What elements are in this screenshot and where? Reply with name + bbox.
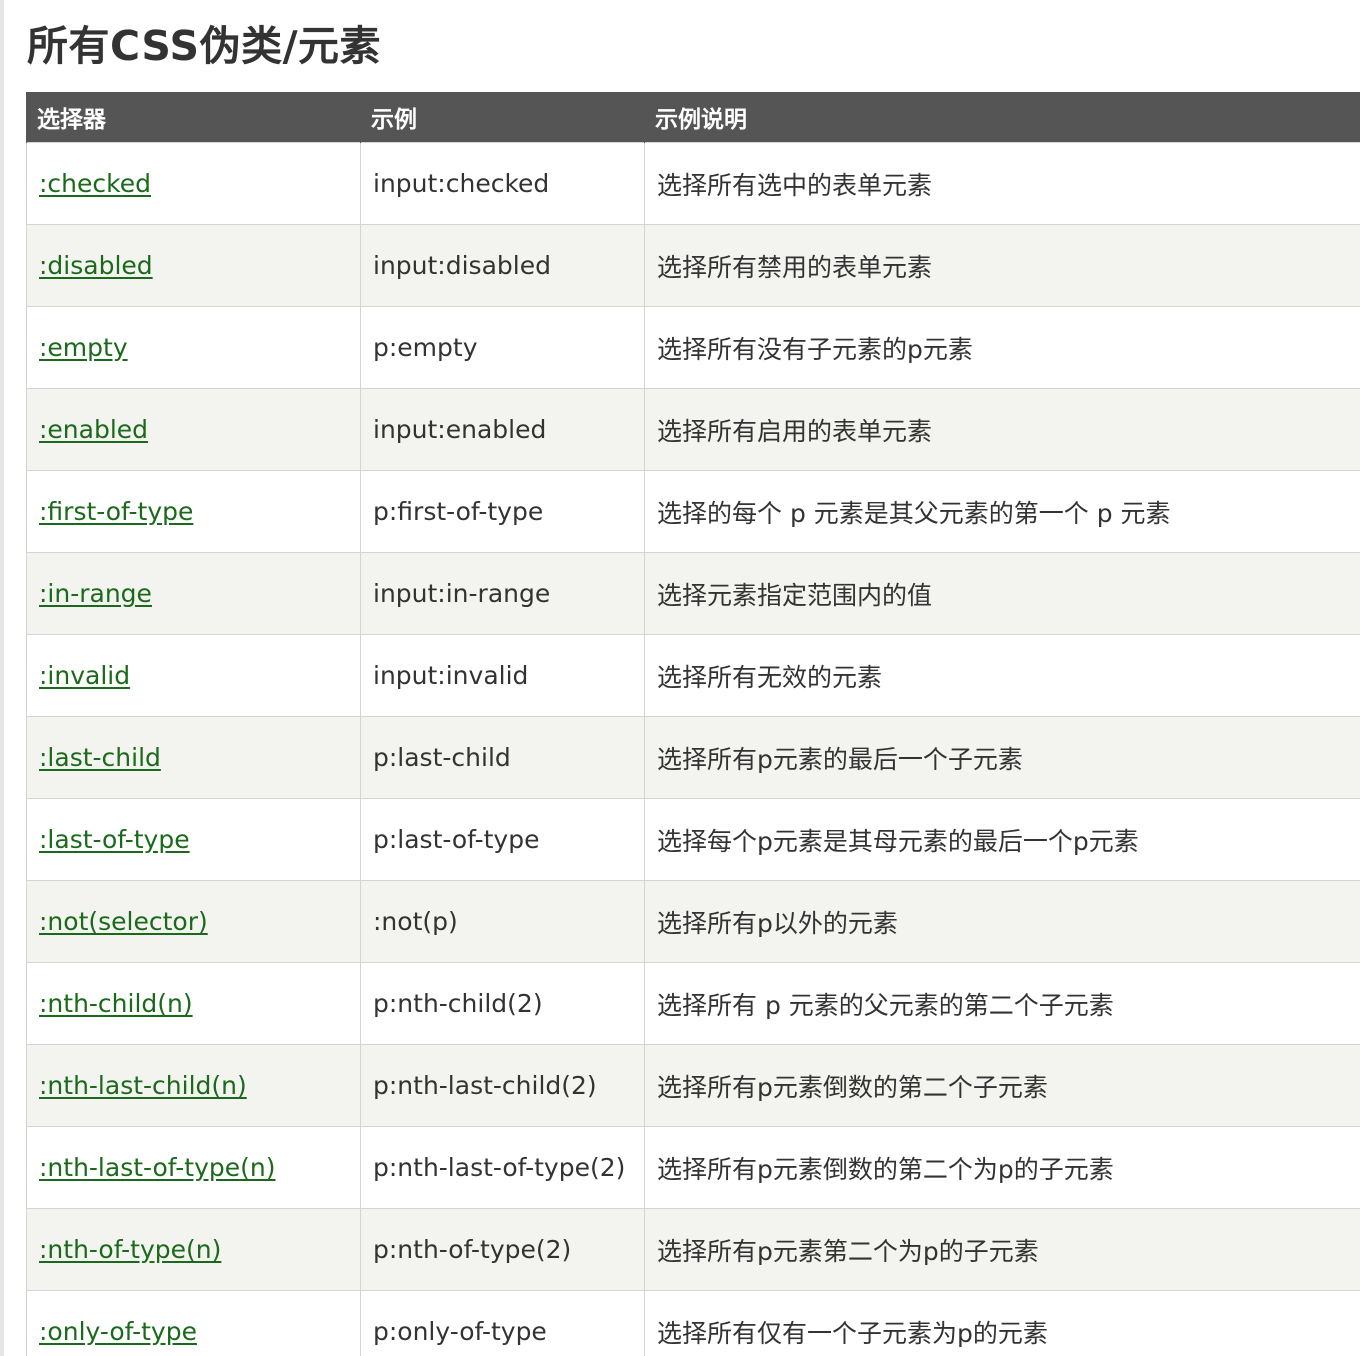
description-cell: 选择所有禁用的表单元素 bbox=[644, 224, 1360, 307]
selector-cell: :last-of-type bbox=[26, 798, 361, 881]
description-cell: 选择所有p元素倒数的第二个为p的子元素 bbox=[644, 1126, 1360, 1209]
table-row: :empty p:empty 选择所有没有子元素的p元素 bbox=[26, 306, 1360, 389]
example-cell: input:enabled bbox=[360, 388, 645, 471]
selector-link[interactable]: :invalid bbox=[39, 661, 130, 690]
selector-cell: :nth-child(n) bbox=[26, 962, 361, 1045]
selector-link[interactable]: :in-range bbox=[39, 579, 152, 608]
example-cell: input:disabled bbox=[360, 224, 645, 307]
selector-cell: :disabled bbox=[26, 224, 361, 307]
table-header-row: 选择器 示例 示例说明 bbox=[26, 92, 1360, 143]
example-cell: input:checked bbox=[360, 142, 645, 225]
selector-cell: :checked bbox=[26, 142, 361, 225]
example-cell: p:nth-last-of-type(2) bbox=[360, 1126, 645, 1209]
description-cell: 选择的每个 p 元素是其父元素的第一个 p 元素 bbox=[644, 470, 1360, 553]
selector-link[interactable]: :only-of-type bbox=[39, 1317, 197, 1346]
selector-cell: :first-of-type bbox=[26, 470, 361, 553]
table-row: :invalid input:invalid 选择所有无效的元素 bbox=[26, 634, 1360, 717]
selector-cell: :enabled bbox=[26, 388, 361, 471]
description-cell: 选择所有仅有一个子元素为p的元素 bbox=[644, 1290, 1360, 1356]
selector-cell: :invalid bbox=[26, 634, 361, 717]
selector-link[interactable]: :disabled bbox=[39, 251, 153, 280]
table-row: :nth-last-of-type(n) p:nth-last-of-type(… bbox=[26, 1126, 1360, 1209]
table-header: 选择器 示例 示例说明 bbox=[26, 92, 1360, 143]
example-cell: input:invalid bbox=[360, 634, 645, 717]
page: 所有CSS伪类/元素 选择器 示例 示例说明 :checked input:ch… bbox=[0, 0, 1360, 1356]
selector-link[interactable]: :nth-last-of-type(n) bbox=[39, 1153, 275, 1182]
selector-cell: :only-of-type bbox=[26, 1290, 361, 1356]
selector-cell: :nth-last-of-type(n) bbox=[26, 1126, 361, 1209]
selector-link[interactable]: :empty bbox=[39, 333, 128, 362]
table-row: :first-of-type p:first-of-type 选择的每个 p 元… bbox=[26, 470, 1360, 553]
description-cell: 选择所有p元素倒数的第二个子元素 bbox=[644, 1044, 1360, 1127]
selector-link[interactable]: :nth-last-child(n) bbox=[39, 1071, 247, 1100]
pseudo-class-table: 选择器 示例 示例说明 :checked input:checked 选择所有选… bbox=[26, 92, 1360, 1356]
description-cell: 选择所有没有子元素的p元素 bbox=[644, 306, 1360, 389]
selector-link[interactable]: :last-of-type bbox=[39, 825, 190, 854]
example-cell: input:in-range bbox=[360, 552, 645, 635]
example-cell: p:nth-last-child(2) bbox=[360, 1044, 645, 1127]
selector-link[interactable]: :checked bbox=[39, 169, 151, 198]
description-cell: 选择所有p以外的元素 bbox=[644, 880, 1360, 963]
example-cell: p:nth-child(2) bbox=[360, 962, 645, 1045]
header-selector: 选择器 bbox=[26, 92, 361, 143]
example-cell: p:empty bbox=[360, 306, 645, 389]
description-cell: 选择所有选中的表单元素 bbox=[644, 142, 1360, 225]
header-example: 示例 bbox=[360, 92, 645, 143]
table-row: :last-child p:last-child 选择所有p元素的最后一个子元素 bbox=[26, 716, 1360, 799]
example-cell: p:nth-of-type(2) bbox=[360, 1208, 645, 1291]
description-cell: 选择所有p元素第二个为p的子元素 bbox=[644, 1208, 1360, 1291]
table-row: :not(selector) :not(p) 选择所有p以外的元素 bbox=[26, 880, 1360, 963]
description-cell: 选择所有 p 元素的父元素的第二个子元素 bbox=[644, 962, 1360, 1045]
selector-link[interactable]: :nth-of-type(n) bbox=[39, 1235, 221, 1264]
example-cell: p:first-of-type bbox=[360, 470, 645, 553]
selector-cell: :nth-last-child(n) bbox=[26, 1044, 361, 1127]
selector-cell: :not(selector) bbox=[26, 880, 361, 963]
description-cell: 选择所有启用的表单元素 bbox=[644, 388, 1360, 471]
table-body: :checked input:checked 选择所有选中的表单元素 :disa… bbox=[26, 142, 1360, 1356]
table-row: :enabled input:enabled 选择所有启用的表单元素 bbox=[26, 388, 1360, 471]
table-row: :disabled input:disabled 选择所有禁用的表单元素 bbox=[26, 224, 1360, 307]
selector-cell: :nth-of-type(n) bbox=[26, 1208, 361, 1291]
selector-cell: :last-child bbox=[26, 716, 361, 799]
example-cell: p:last-child bbox=[360, 716, 645, 799]
description-cell: 选择元素指定范围内的值 bbox=[644, 552, 1360, 635]
selector-link[interactable]: :nth-child(n) bbox=[39, 989, 193, 1018]
description-cell: 选择每个p元素是其母元素的最后一个p元素 bbox=[644, 798, 1360, 881]
example-cell: p:only-of-type bbox=[360, 1290, 645, 1356]
page-title: 所有CSS伪类/元素 bbox=[27, 22, 382, 70]
table-row: :nth-of-type(n) p:nth-of-type(2) 选择所有p元素… bbox=[26, 1208, 1360, 1291]
table-row: :in-range input:in-range 选择元素指定范围内的值 bbox=[26, 552, 1360, 635]
selector-link[interactable]: :enabled bbox=[39, 415, 148, 444]
selector-link[interactable]: :last-child bbox=[39, 743, 161, 772]
description-cell: 选择所有无效的元素 bbox=[644, 634, 1360, 717]
selector-link[interactable]: :first-of-type bbox=[39, 497, 193, 526]
selector-cell: :in-range bbox=[26, 552, 361, 635]
description-cell: 选择所有p元素的最后一个子元素 bbox=[644, 716, 1360, 799]
header-description: 示例说明 bbox=[644, 92, 1360, 143]
selector-link[interactable]: :not(selector) bbox=[39, 907, 208, 936]
table-row: :nth-last-child(n) p:nth-last-child(2) 选… bbox=[26, 1044, 1360, 1127]
selector-cell: :empty bbox=[26, 306, 361, 389]
table-row: :nth-child(n) p:nth-child(2) 选择所有 p 元素的父… bbox=[26, 962, 1360, 1045]
left-edge-divider bbox=[0, 0, 4, 1356]
table-row: :last-of-type p:last-of-type 选择每个p元素是其母元… bbox=[26, 798, 1360, 881]
table-row: :only-of-type p:only-of-type 选择所有仅有一个子元素… bbox=[26, 1290, 1360, 1356]
example-cell: p:last-of-type bbox=[360, 798, 645, 881]
example-cell: :not(p) bbox=[360, 880, 645, 963]
table-row: :checked input:checked 选择所有选中的表单元素 bbox=[26, 142, 1360, 225]
